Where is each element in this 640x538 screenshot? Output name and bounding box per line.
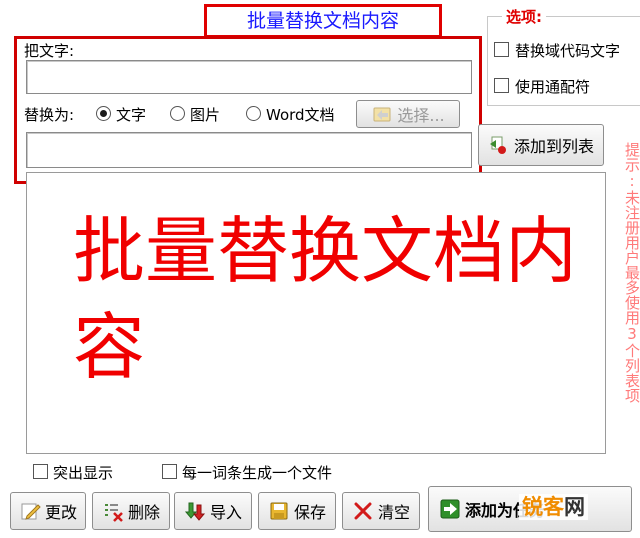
add-to-list-icon — [488, 134, 510, 156]
checkbox-highlight[interactable] — [33, 464, 48, 479]
save-button[interactable]: 保存 — [258, 492, 336, 530]
checkbox-highlight-label[interactable]: 突出显示 — [53, 462, 113, 483]
import-button-label: 导入 — [209, 503, 242, 522]
add-to-list-button[interactable]: 添加到列表 — [478, 124, 604, 166]
site-watermark: 锐客网 — [519, 494, 588, 520]
save-button-label: 保存 — [293, 503, 326, 522]
list-overlay-text: 批量替换文档内容 — [73, 209, 578, 389]
import-icon — [184, 500, 206, 522]
add-to-list-label: 添加到列表 — [513, 137, 594, 156]
save-icon — [268, 500, 290, 522]
checkbox-replace-field-code[interactable] — [494, 42, 509, 57]
checkbox-replace-field-code-label[interactable]: 替换域代码文字 — [515, 40, 620, 61]
arrow-right-icon — [439, 498, 461, 520]
clear-icon — [352, 500, 374, 522]
import-button[interactable]: 导入 — [174, 492, 252, 530]
clear-button-label: 清空 — [377, 503, 410, 522]
form-highlight-frame — [14, 36, 482, 184]
delete-button[interactable]: 删除 — [92, 492, 170, 530]
options-label: 选项: — [502, 6, 546, 27]
registration-tip: 提示:未注册用户最多使用3个列表项 — [623, 142, 640, 403]
site-watermark-part2: 网 — [564, 495, 585, 519]
replacement-list[interactable]: 批量替换文档内容 — [26, 172, 606, 454]
checkbox-use-wildcard-label[interactable]: 使用通配符 — [515, 76, 590, 97]
checkbox-file-per-entry[interactable] — [162, 464, 177, 479]
clear-button[interactable]: 清空 — [342, 492, 420, 530]
page-title: 批量替换文档内容 — [204, 4, 442, 38]
edit-button-label: 更改 — [44, 503, 77, 522]
site-watermark-part1: 锐客 — [522, 495, 564, 519]
edit-button[interactable]: 更改 — [10, 492, 86, 530]
delete-icon — [102, 500, 124, 522]
delete-button-label: 删除 — [127, 503, 160, 522]
edit-icon — [19, 500, 41, 522]
checkbox-file-per-entry-label[interactable]: 每一词条生成一个文件 — [182, 462, 332, 483]
checkbox-use-wildcard[interactable] — [494, 78, 509, 93]
